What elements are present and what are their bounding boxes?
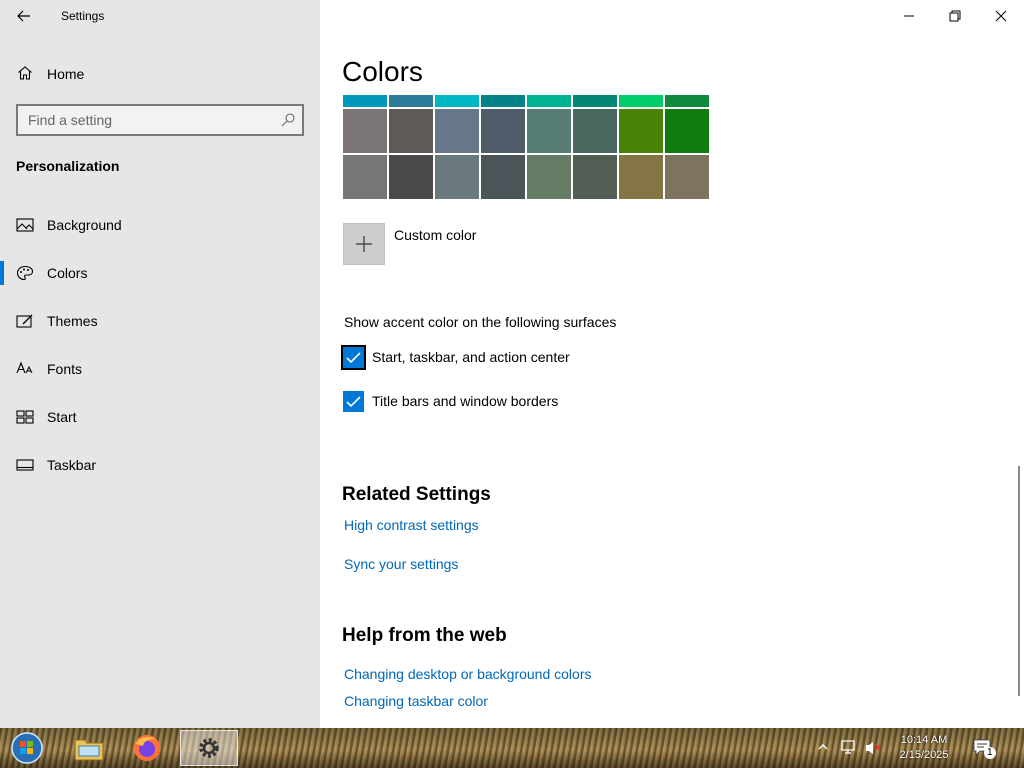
picture-icon — [16, 218, 34, 232]
clock-date: 2/15/2025 — [899, 749, 949, 761]
taskbar-firefox[interactable] — [118, 730, 176, 766]
related-settings-heading: Related Settings — [342, 484, 491, 505]
taskbar-clock[interactable]: 10:14 AM 2/15/2025 — [892, 733, 956, 763]
color-swatch[interactable] — [619, 109, 663, 153]
color-swatch[interactable] — [573, 95, 617, 107]
color-swatch[interactable] — [619, 155, 663, 199]
high-contrast-link[interactable]: High contrast settings — [344, 517, 479, 533]
themes-icon — [16, 314, 33, 328]
show-hidden-icons[interactable] — [818, 742, 828, 752]
palette-icon — [16, 265, 34, 281]
sidebar: Settings Home Find a setting Personaliza… — [0, 0, 320, 728]
minimize-icon — [904, 15, 914, 17]
scrollbar[interactable] — [1018, 466, 1020, 696]
app-title: Settings — [61, 9, 105, 23]
taskbar-icon — [16, 459, 34, 471]
color-swatch-grid — [343, 95, 711, 201]
color-swatch[interactable] — [573, 109, 617, 153]
settings-gear-icon — [199, 738, 219, 758]
custom-color-button[interactable] — [343, 223, 385, 265]
selection-indicator — [0, 261, 4, 285]
minimize-button[interactable] — [886, 0, 932, 32]
taskbar-settings[interactable] — [180, 730, 238, 766]
help-link-taskbar-color[interactable]: Changing taskbar color — [344, 693, 488, 709]
close-icon — [995, 10, 1007, 22]
title-bar: Settings — [0, 0, 320, 32]
home-icon — [18, 66, 32, 80]
sidebar-item-label: Fonts — [47, 361, 83, 377]
section-title: Personalization — [16, 158, 120, 174]
color-swatch[interactable] — [389, 109, 433, 153]
color-swatch[interactable] — [481, 155, 525, 199]
sidebar-item-label: Themes — [47, 313, 98, 329]
back-arrow-icon — [17, 10, 30, 22]
home-label: Home — [47, 66, 85, 82]
custom-color-label[interactable]: Custom color — [394, 227, 476, 243]
restore-icon — [949, 10, 961, 22]
color-swatch[interactable] — [481, 95, 525, 107]
color-swatch[interactable] — [527, 155, 571, 199]
sync-settings-link[interactable]: Sync your settings — [344, 556, 458, 572]
checkbox[interactable] — [341, 345, 366, 370]
color-swatch[interactable] — [435, 95, 479, 107]
start-icon — [16, 410, 34, 424]
color-swatch[interactable] — [481, 109, 525, 153]
sidebar-item-themes[interactable]: Themes — [0, 301, 320, 341]
color-swatch[interactable] — [343, 95, 387, 107]
sidebar-item-background[interactable]: Background — [0, 205, 320, 245]
network-icon[interactable] — [840, 739, 858, 757]
checkbox-label: Start, taskbar, and action center — [372, 349, 570, 365]
firefox-icon — [134, 735, 160, 761]
checkmark-icon — [346, 395, 361, 407]
sidebar-item-label: Background — [47, 217, 122, 233]
restore-button[interactable] — [932, 0, 978, 32]
color-swatch[interactable] — [435, 109, 479, 153]
sidebar-item-label: Taskbar — [47, 457, 97, 473]
color-swatch[interactable] — [389, 155, 433, 199]
sidebar-item-fonts[interactable]: Fonts — [0, 349, 320, 389]
sidebar-item-label: Colors — [47, 265, 88, 281]
swatch-row — [343, 109, 711, 153]
color-swatch[interactable] — [665, 95, 709, 107]
taskbar: 1 — [0, 728, 1024, 768]
help-link-background-colors[interactable]: Changing desktop or background colors — [344, 666, 592, 682]
search-input[interactable]: Find a setting — [16, 104, 304, 136]
sidebar-item-label: Start — [47, 409, 77, 425]
color-swatch[interactable] — [665, 109, 709, 153]
start-button[interactable] — [8, 730, 46, 766]
help-heading: Help from the web — [342, 625, 507, 646]
color-swatch[interactable] — [527, 109, 571, 153]
checkbox-label: Title bars and window borders — [372, 393, 559, 409]
checkbox[interactable] — [343, 391, 364, 412]
swatch-row — [343, 155, 711, 199]
file-explorer-icon — [74, 739, 104, 761]
taskbar-file-explorer[interactable] — [60, 730, 118, 766]
back-button[interactable] — [10, 4, 38, 28]
swatch-row — [343, 95, 711, 107]
close-button[interactable] — [978, 0, 1024, 32]
sidebar-item-start[interactable]: Start — [0, 397, 320, 437]
volume-muted-icon[interactable] — [864, 739, 882, 757]
checkmark-icon — [346, 351, 361, 363]
accent-surfaces-heading: Show accent color on the following surfa… — [344, 314, 617, 330]
home-link[interactable]: Home — [0, 56, 320, 90]
search-icon — [281, 113, 295, 127]
color-swatch[interactable] — [573, 155, 617, 199]
color-swatch[interactable] — [527, 95, 571, 107]
plus-icon — [356, 236, 372, 252]
color-swatch[interactable] — [343, 109, 387, 153]
windows-orb-icon — [11, 732, 43, 764]
color-swatch[interactable] — [435, 155, 479, 199]
fonts-icon — [16, 361, 33, 374]
notification-count-badge: 1 — [984, 747, 996, 759]
color-swatch[interactable] — [389, 95, 433, 107]
sidebar-item-taskbar[interactable]: Taskbar — [0, 445, 320, 485]
color-swatch[interactable] — [665, 155, 709, 199]
color-swatch[interactable] — [343, 155, 387, 199]
search-placeholder: Find a setting — [28, 112, 113, 128]
sidebar-item-colors[interactable]: Colors — [0, 253, 320, 293]
page-title: Colors — [342, 56, 423, 87]
color-swatch[interactable] — [619, 95, 663, 107]
clock-time: 10:14 AM — [900, 734, 948, 746]
